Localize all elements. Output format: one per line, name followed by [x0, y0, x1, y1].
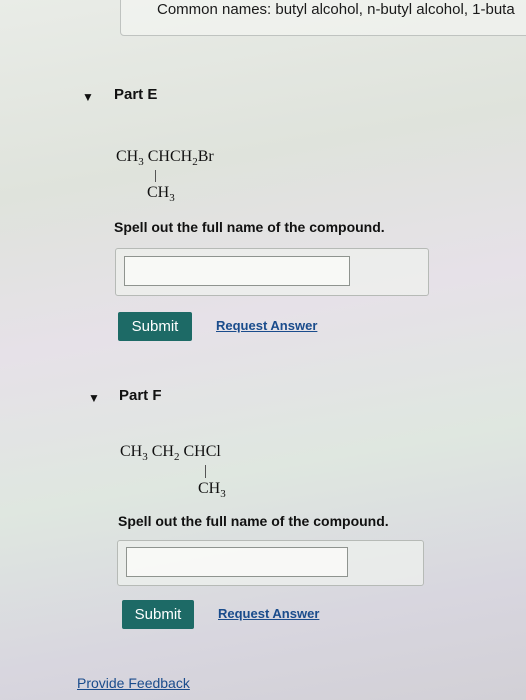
caret-down-icon[interactable]: ▼ [88, 391, 100, 405]
part-f-instruction: Spell out the full name of the compound. [118, 513, 389, 529]
part-e-submit-button[interactable]: Submit [118, 312, 192, 341]
caret-down-icon[interactable]: ▼ [82, 90, 94, 104]
part-e-request-answer-link[interactable]: Request Answer [216, 318, 317, 333]
part-f-submit-button[interactable]: Submit [122, 600, 194, 629]
part-e-formula-main: CH3 CHCH2Br [116, 148, 214, 169]
part-f-branch-bond [205, 465, 206, 478]
part-f-formula-main: CH3 CH2 CHCl [120, 443, 221, 464]
part-e-title[interactable]: Part E [114, 86, 157, 103]
part-e-formula-branch: CH3 [147, 184, 175, 205]
part-f-formula-branch: CH3 [198, 480, 226, 501]
part-f-title[interactable]: Part F [119, 387, 162, 404]
part-f-answer-input[interactable] [126, 547, 348, 577]
provide-feedback-link[interactable]: Provide Feedback [77, 675, 190, 691]
part-f-request-answer-link[interactable]: Request Answer [218, 606, 319, 621]
part-e-answer-input[interactable] [124, 256, 350, 286]
common-names-text: Common names: butyl alcohol, n-butyl alc… [157, 1, 515, 18]
part-e-instruction: Spell out the full name of the compound. [114, 219, 385, 235]
part-e-branch-bond [155, 170, 156, 182]
